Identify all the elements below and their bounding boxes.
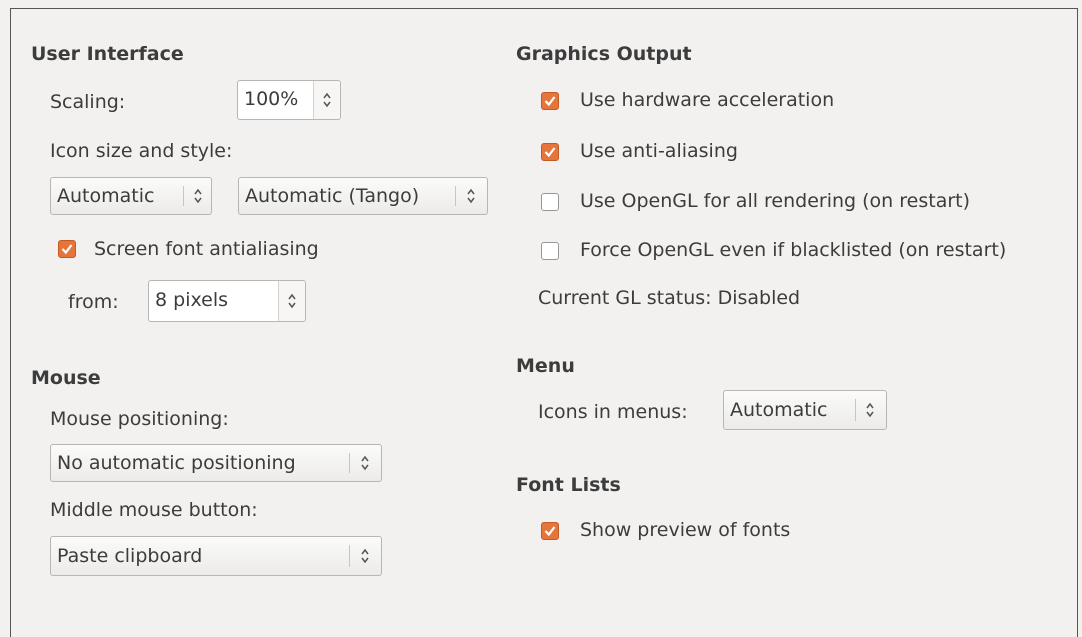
force-opengl-checkbox[interactable] [541,242,559,260]
show-font-preview-checkbox[interactable] [541,522,559,540]
checkmark-icon [544,526,556,537]
screen-font-antialiasing-checkbox[interactable] [58,240,76,258]
user-interface-heading: User Interface [31,43,184,65]
font-lists-heading: Font Lists [516,474,621,496]
dropdown-separator [349,453,350,473]
icon-size-dropdown[interactable]: Automatic [50,177,212,215]
mouse-positioning-label: Mouse positioning: [50,408,229,430]
hardware-acceleration-checkbox[interactable] [541,92,559,110]
dropdown-separator [455,186,456,206]
icon-size-style-label: Icon size and style: [50,140,233,162]
up-down-arrows-icon [467,188,475,204]
gl-status-text: Current GL status: Disabled [538,287,801,309]
icon-size-value: Automatic [57,185,155,207]
scaling-label: Scaling: [50,91,126,113]
from-pixels-value: 8 pixels [155,289,228,311]
opengl-rendering-checkbox[interactable] [541,193,559,211]
mouse-positioning-dropdown[interactable]: No automatic positioning [50,444,382,482]
icons-in-menus-dropdown[interactable]: Automatic [723,390,887,430]
icons-in-menus-value: Automatic [730,399,828,421]
scaling-value: 100% [244,88,299,110]
middle-mouse-button-dropdown[interactable]: Paste clipboard [50,536,382,576]
hardware-acceleration-label: Use hardware acceleration [580,89,835,111]
dropdown-separator [349,545,350,567]
up-down-arrows-icon [361,548,369,564]
from-pixels-spinbox[interactable]: 8 pixels [148,280,306,322]
checkmark-icon [544,96,556,107]
checkmark-icon [544,147,556,158]
middle-mouse-button-label: Middle mouse button: [50,499,258,521]
anti-aliasing-checkbox[interactable] [541,143,559,161]
mouse-positioning-value: No automatic positioning [57,452,296,474]
from-pixels-stepper[interactable] [278,281,305,321]
scaling-spinbox[interactable]: 100% [237,80,341,120]
dropdown-separator [183,186,184,206]
graphics-output-heading: Graphics Output [516,43,692,65]
opengl-rendering-label: Use OpenGL for all rendering (on restart… [580,190,971,212]
middle-mouse-button-value: Paste clipboard [57,545,203,567]
up-down-arrows-icon [361,455,369,471]
up-down-arrows-icon [866,402,874,418]
scaling-stepper[interactable] [313,81,340,119]
dropdown-separator [855,399,856,421]
from-label: from: [68,291,119,313]
icon-style-value: Automatic (Tango) [245,185,420,207]
show-font-preview-label: Show preview of fonts [580,519,791,541]
menu-heading: Menu [516,355,575,377]
icon-style-dropdown[interactable]: Automatic (Tango) [238,177,488,215]
icons-in-menus-label: Icons in menus: [538,401,688,423]
up-down-arrows-icon [194,188,202,204]
checkmark-icon [61,244,73,255]
anti-aliasing-label: Use anti-aliasing [580,140,738,162]
mouse-heading: Mouse [31,367,101,389]
force-opengl-label: Force OpenGL even if blacklisted (on res… [580,239,1007,261]
up-down-arrows-icon [323,92,331,108]
up-down-arrows-icon [288,293,296,309]
screen-font-antialiasing-label: Screen font antialiasing [94,238,319,260]
